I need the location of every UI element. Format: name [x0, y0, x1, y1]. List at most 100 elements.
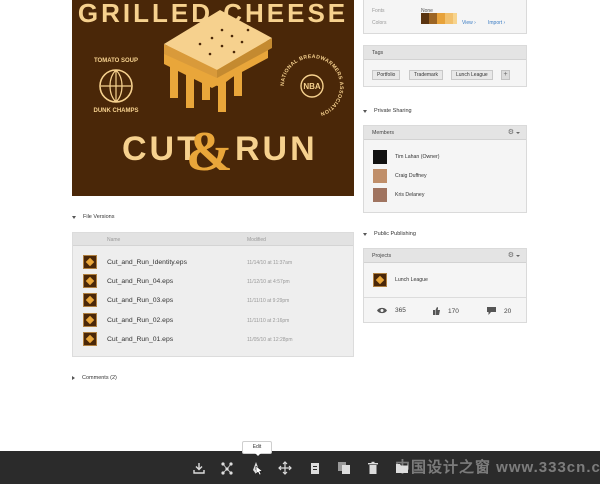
- appreciations-count: 170: [448, 307, 459, 315]
- expand-triangle-icon: [363, 109, 367, 113]
- tag-lunch-league[interactable]: Lunch League: [451, 70, 493, 80]
- eye-icon: [377, 307, 387, 314]
- members-settings-menu[interactable]: ⚙: [508, 129, 520, 136]
- delete-icon[interactable]: [366, 461, 380, 475]
- file-thumbnail: [83, 274, 97, 288]
- file-row[interactable]: Cut_and_Run_01.eps 11/05/10 at 12:28pm: [73, 330, 353, 349]
- comments-count: 20: [504, 307, 512, 315]
- file-name: Cut_and_Run_02.eps: [107, 317, 174, 324]
- file-date: 11/12/10 at 4:57pm: [247, 279, 290, 285]
- file-name: Cut_and_Run_03.eps: [107, 297, 174, 304]
- private-sharing-toggle[interactable]: Private Sharing: [363, 108, 412, 114]
- fonts-label: Fonts: [372, 8, 385, 14]
- tags-box: Tags Portfolio Trademark Lunch League +: [363, 45, 527, 87]
- gear-icon: ⚙: [507, 252, 514, 259]
- expand-triangle-icon: [72, 215, 76, 219]
- member-name: Kris Delaney: [395, 192, 425, 198]
- file-date: 11/11/10 at 2:16pm: [247, 318, 290, 324]
- dunk-champs-label: DUNK CHAMPS: [94, 108, 139, 114]
- file-name: Cut_and_Run_Identity.eps: [107, 259, 187, 266]
- file-versions-title: File Versions: [83, 214, 115, 220]
- views-stat: 365: [377, 307, 406, 314]
- move-arrows-icon[interactable]: [278, 461, 292, 475]
- file-row[interactable]: Cut_and_Run_02.eps 11/11/10 at 2:16pm: [73, 311, 353, 330]
- thumbs-up-icon: [433, 307, 440, 315]
- views-count: 365: [395, 307, 406, 314]
- add-tag-button[interactable]: +: [501, 70, 510, 80]
- file-row[interactable]: Cut_and_Run_04.eps 11/12/10 at 4:57pm: [73, 272, 353, 291]
- public-publishing-title: Public Publishing: [374, 231, 416, 237]
- avatar: [373, 150, 387, 164]
- project-name: Lunch League: [395, 277, 428, 283]
- members-box: Members ⚙ Tim Lahan (Owner) Craig Duffne…: [363, 125, 527, 213]
- file-date: 11/11/10 at 9:29pm: [247, 298, 290, 304]
- member-name: Tim Lahan (Owner): [395, 154, 440, 160]
- tags-title: Tags: [372, 50, 384, 56]
- file-thumbnail: [83, 332, 97, 346]
- avatar: [373, 188, 387, 202]
- tag-trademark[interactable]: Trademark: [409, 70, 443, 80]
- file-versions-panel: Name Modified Cut_and_Run_Identity.eps 1…: [72, 232, 354, 357]
- tag-portfolio[interactable]: Portfolio: [372, 70, 401, 80]
- color-swatch[interactable]: [437, 13, 445, 24]
- caret-down-icon: [516, 131, 520, 134]
- speech-bubble-icon: [487, 307, 496, 315]
- file-versions-toggle[interactable]: File Versions: [72, 214, 115, 220]
- file-row[interactable]: Cut_and_Run_03.eps 11/11/10 at 9:29pm: [73, 291, 353, 310]
- comments-title: Comments (2): [82, 375, 117, 381]
- column-modified[interactable]: Modified: [247, 237, 266, 243]
- download-icon[interactable]: [192, 461, 206, 475]
- file-thumbnail: [83, 313, 97, 327]
- projects-header: Projects ⚙: [364, 249, 526, 263]
- file-date: 11/05/10 at 12:28pm: [247, 337, 293, 343]
- file-name: Cut_and_Run_01.eps: [107, 336, 174, 343]
- view-link[interactable]: View ›: [462, 20, 476, 26]
- nba-badge: NATIONAL BREADWARMERS ASSOCIATION NBA: [280, 54, 344, 117]
- expand-triangle-icon: [363, 232, 367, 236]
- file-name: Cut_and_Run_04.eps: [107, 278, 174, 285]
- copy-to-icon[interactable]: [308, 461, 322, 475]
- artwork-preview: GRILLED CHEESE TOMATO SOUP DUNK CHAMPS N…: [72, 0, 354, 196]
- avatar: [373, 169, 387, 183]
- divider: [364, 297, 526, 298]
- nba-label: NBA: [303, 82, 321, 91]
- projects-settings-menu[interactable]: ⚙: [508, 252, 520, 259]
- mouse-cursor-icon: [256, 466, 263, 475]
- logo-run: RUN: [235, 130, 318, 168]
- public-publishing-toggle[interactable]: Public Publishing: [363, 231, 416, 237]
- color-swatch[interactable]: [453, 13, 457, 24]
- tomato-soup-label: TOMATO SOUP: [94, 58, 138, 64]
- logo-ampersand: &: [186, 121, 233, 183]
- members-title: Members: [372, 130, 395, 136]
- gear-icon: ⚙: [507, 129, 514, 136]
- color-swatch[interactable]: [429, 13, 437, 24]
- file-thumbnail: [83, 293, 97, 307]
- watermark: 中国设计之窗 www.333cn.com: [395, 459, 600, 476]
- file-thumbnail: [83, 255, 97, 269]
- projects-title: Projects: [372, 253, 392, 259]
- caret-down-icon: [516, 254, 520, 257]
- cut-and-run-artwork: GRILLED CHEESE TOMATO SOUP DUNK CHAMPS N…: [78, 0, 345, 183]
- color-swatch[interactable]: [421, 13, 429, 24]
- tags-header: Tags: [364, 46, 526, 60]
- comments-toggle[interactable]: Comments (2): [72, 375, 117, 381]
- file-date: 11/14/10 at 11:37am: [247, 260, 293, 266]
- colors-label: Colors: [372, 20, 387, 26]
- private-sharing-title: Private Sharing: [374, 108, 412, 114]
- asset-info-box: Fonts None Colors View › Import ›: [363, 0, 527, 34]
- column-name[interactable]: Name: [107, 237, 120, 243]
- comments-stat: 20: [487, 307, 511, 315]
- tomato-icon: [99, 69, 133, 103]
- edit-tooltip: Edit: [242, 441, 272, 456]
- duplicate-icon[interactable]: [337, 461, 351, 475]
- member-name: Craig Duffney: [395, 173, 427, 179]
- members-header: Members ⚙: [364, 126, 526, 140]
- collapse-triangle-icon: [72, 376, 75, 380]
- color-swatch[interactable]: [445, 13, 453, 24]
- import-link[interactable]: Import ›: [488, 20, 505, 26]
- file-row[interactable]: Cut_and_Run_Identity.eps 11/14/10 at 11:…: [73, 253, 353, 272]
- appreciations-stat: 170: [433, 307, 459, 315]
- share-network-icon[interactable]: [220, 461, 234, 475]
- project-thumbnail: [373, 273, 387, 287]
- file-versions-header: Name Modified: [73, 233, 353, 246]
